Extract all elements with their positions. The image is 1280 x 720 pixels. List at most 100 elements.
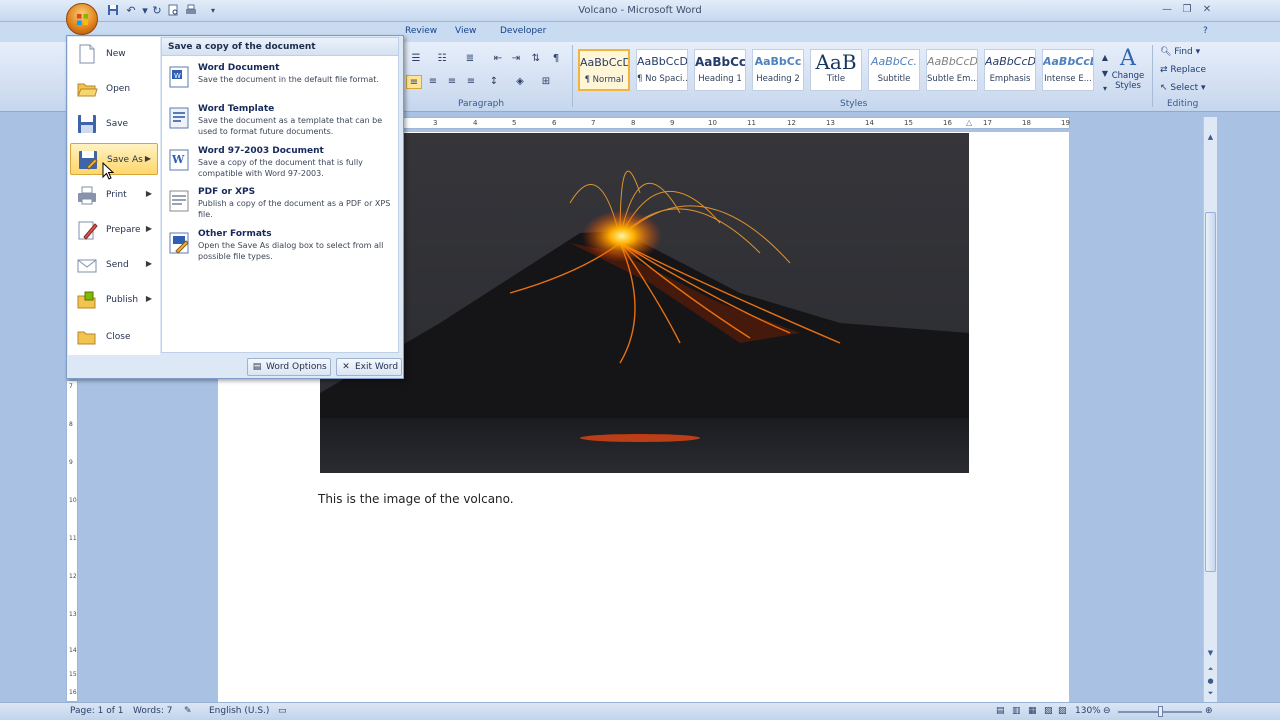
shading-icon[interactable]: ◈ xyxy=(512,75,528,89)
browse-object-icon[interactable]: ● xyxy=(1204,675,1217,687)
previous-page-icon[interactable]: ⏶ xyxy=(1204,663,1217,675)
menu-item-publish[interactable]: Publish ▶ xyxy=(70,284,158,316)
next-page-icon[interactable]: ⏷ xyxy=(1204,687,1217,699)
send-icon xyxy=(77,259,97,273)
multilevel-list-icon[interactable]: ≣ xyxy=(462,52,478,66)
menu-item-new[interactable]: New xyxy=(70,38,158,70)
style-subtitle[interactable]: AaBbCc. Subtitle xyxy=(868,49,920,91)
select-button[interactable]: ↖ Select ▾ xyxy=(1160,83,1206,93)
menu-item-open[interactable]: Open xyxy=(70,73,158,105)
redo-icon[interactable]: ↻ xyxy=(150,4,164,18)
word-count[interactable]: Words: 7 xyxy=(133,706,172,716)
ruler-tick: 6 xyxy=(552,119,557,127)
save-as-word-document[interactable]: W Word Document Save the document in the… xyxy=(166,63,394,103)
bullets-icon[interactable]: ☰ xyxy=(408,52,424,66)
menu-item-print[interactable]: Print ▶ xyxy=(70,179,158,211)
help-icon[interactable]: ? xyxy=(1203,26,1208,36)
submenu-item-description: Open the Save As dialog box to select fr… xyxy=(198,241,384,261)
full-screen-reading-icon[interactable]: ▥ xyxy=(1012,706,1021,716)
pilcrow-icon[interactable]: ¶ xyxy=(548,52,564,66)
close-window-icon[interactable]: ✕ xyxy=(1200,4,1214,16)
numbering-icon[interactable]: ☷ xyxy=(434,52,450,66)
style-name: Subtitle xyxy=(877,74,911,84)
save-as-word-97-2003[interactable]: W Word 97-2003 Document Save a copy of t… xyxy=(166,146,394,186)
horizontal-ruler[interactable]: 3 4 5 6 7 8 9 10 11 12 13 14 15 16 17 18… xyxy=(400,117,1070,129)
ruler-tick: 7 xyxy=(591,119,596,127)
menu-item-prepare[interactable]: Prepare ▶ xyxy=(70,214,158,246)
language[interactable]: English (U.S.) xyxy=(209,706,269,716)
word-options-button[interactable]: ▤ Word Options xyxy=(247,358,331,376)
save-as-other-formats[interactable]: Other Formats Open the Save As dialog bo… xyxy=(166,229,394,269)
line-spacing-icon[interactable]: ↕ xyxy=(486,75,502,89)
vertical-ruler[interactable]: 7 8 9 10 11 12 13 14 15 16 xyxy=(66,380,78,702)
macro-record-icon[interactable]: ▭ xyxy=(278,706,287,716)
find-button[interactable]: 🔍︎ Find ▾ xyxy=(1160,47,1200,57)
print-preview-icon[interactable] xyxy=(166,4,180,18)
zoom-level[interactable]: 130% xyxy=(1075,706,1101,716)
style-sample: AaB xyxy=(815,50,857,74)
menu-item-save[interactable]: Save xyxy=(70,108,158,140)
word-97-2003-icon: W xyxy=(169,149,189,171)
decrease-indent-icon[interactable]: ⇤ xyxy=(490,52,506,66)
print-layout-view-icon[interactable]: ▤ xyxy=(996,706,1005,716)
customize-quick-access-icon[interactable]: ▾ xyxy=(206,4,220,18)
style-normal[interactable]: AaBbCcDc ¶ Normal xyxy=(578,49,630,91)
align-left-icon[interactable]: ≡ xyxy=(406,75,422,89)
scroll-up-icon[interactable]: ▲ xyxy=(1204,131,1217,143)
justify-icon[interactable]: ≡ xyxy=(463,75,479,89)
style-subtle-emphasis[interactable]: AaBbCcDc Subtle Em... xyxy=(926,49,978,91)
replace-button[interactable]: ⇄ Replace xyxy=(1160,65,1206,75)
scroll-down-icon[interactable]: ▼ xyxy=(1204,647,1217,659)
style-title[interactable]: AaB Title xyxy=(810,49,862,91)
scrollbar-thumb[interactable] xyxy=(1205,212,1216,572)
style-intense-emphasis[interactable]: AaBbCcDc Intense E... xyxy=(1042,49,1094,91)
align-center-icon[interactable]: ≡ xyxy=(425,75,441,89)
style-no-spacing[interactable]: AaBbCcDc ¶ No Spaci... xyxy=(636,49,688,91)
maximize-icon[interactable]: ❐ xyxy=(1180,4,1194,16)
undo-icon[interactable]: ↶ xyxy=(124,4,138,18)
borders-icon[interactable]: ⊞ xyxy=(538,75,554,89)
tab-view[interactable]: View xyxy=(455,26,476,36)
eruption-glow xyxy=(582,210,662,262)
save-as-word-template[interactable]: Word Template Save the document as a tem… xyxy=(166,104,394,144)
style-emphasis[interactable]: AaBbCcDc Emphasis xyxy=(984,49,1036,91)
ruler-tick: 10 xyxy=(708,119,717,127)
menu-item-close[interactable]: Close xyxy=(70,321,158,353)
menu-item-send[interactable]: Send ▶ xyxy=(70,249,158,281)
zoom-in-icon[interactable]: ⊕ xyxy=(1205,706,1213,716)
exit-word-button[interactable]: ✕ Exit Word xyxy=(336,358,402,376)
minimize-icon[interactable]: — xyxy=(1160,4,1174,16)
quick-print-icon[interactable] xyxy=(184,4,198,18)
align-right-icon[interactable]: ≡ xyxy=(444,75,460,89)
submenu-item-title: Other Formats xyxy=(198,229,272,239)
right-indent-marker[interactable]: △ xyxy=(966,118,972,127)
ruler-tick: 3 xyxy=(433,119,438,127)
vertical-scrollbar[interactable]: ▲ ▼ ⏶ ● ⏷ xyxy=(1203,117,1217,702)
style-sample: AaBbCc xyxy=(754,55,802,68)
tab-review[interactable]: Review xyxy=(405,26,437,36)
zoom-out-icon[interactable]: ⊖ xyxy=(1103,706,1111,716)
style-heading-1[interactable]: AaBbCc Heading 1 xyxy=(694,49,746,91)
ruler-tick: 12 xyxy=(787,119,796,127)
save-icon[interactable] xyxy=(106,4,120,18)
page-count[interactable]: Page: 1 of 1 xyxy=(70,706,124,716)
office-button[interactable] xyxy=(66,3,98,35)
increase-indent-icon[interactable]: ⇥ xyxy=(508,52,524,66)
style-heading-2[interactable]: AaBbCc Heading 2 xyxy=(752,49,804,91)
document-body-text[interactable]: This is the image of the volcano. xyxy=(318,492,514,506)
save-as-pdf-xps[interactable]: PDF or XPS Publish a copy of the documen… xyxy=(166,187,394,227)
proofing-icon[interactable]: ✎ xyxy=(184,706,192,716)
menu-item-save-as[interactable]: Save As ▶ xyxy=(70,143,158,175)
ruler-tick: 16 xyxy=(69,689,77,696)
volcano-image[interactable] xyxy=(320,133,969,473)
web-layout-icon[interactable]: ▦ xyxy=(1028,706,1037,716)
outline-view-icon[interactable]: ▧ xyxy=(1044,706,1053,716)
sort-icon[interactable]: ⇅ xyxy=(528,52,544,66)
style-sample: AaBbCcDc xyxy=(580,56,628,69)
change-styles-button[interactable]: A Change Styles xyxy=(1110,46,1146,98)
ruler-tick: 8 xyxy=(69,421,73,428)
tab-developer[interactable]: Developer xyxy=(500,26,546,36)
draft-view-icon[interactable]: ▨ xyxy=(1058,706,1067,716)
menu-item-label: New xyxy=(106,49,126,59)
zoom-slider-thumb[interactable] xyxy=(1158,706,1163,717)
